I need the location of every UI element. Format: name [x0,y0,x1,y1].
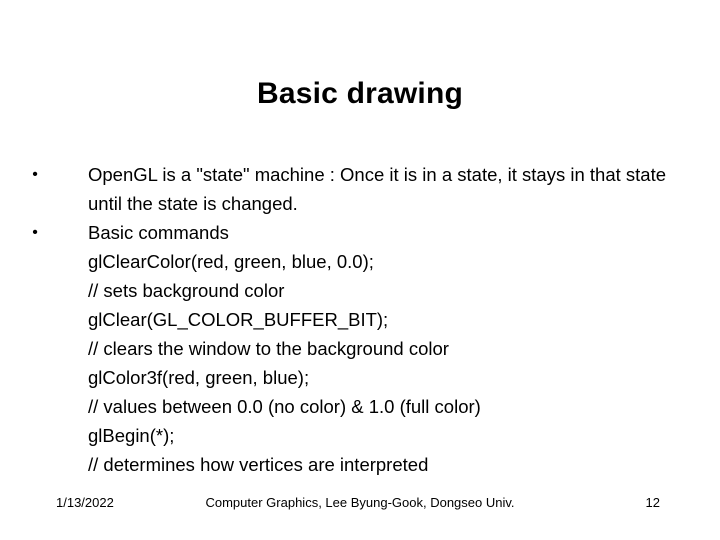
bullet-item: • Basic commands [28,218,668,247]
bullet-icon: • [32,224,38,241]
page-number: 12 [645,495,660,510]
bullet-icon: • [32,166,38,183]
footer-text: Computer Graphics, Lee Byung-Gook, Dongs… [205,495,515,510]
command-line: glClear(GL_COLOR_BUFFER_BIT); [88,309,389,330]
command-line: glColor3f(red, green, blue); [88,367,310,388]
comment-line: // sets background color [88,280,285,301]
comment-line: // clears the window to the background c… [88,338,449,359]
bullet-text: Basic commands [88,222,229,243]
slide: Basic drawing • OpenGL is a "state" mach… [0,0,720,540]
comment-line: // values between 0.0 (no color) & 1.0 (… [88,396,481,417]
bullet-item: • OpenGL is a "state" machine : Once it … [28,160,668,218]
bullet-text: OpenGL is a "state" machine : Once it is… [88,164,666,214]
command-line: glBegin(*); [88,425,175,446]
command-line: glClearColor(red, green, blue, 0.0); [88,251,374,272]
comment-line: // determines how vertices are interpret… [88,454,429,475]
slide-body: • OpenGL is a "state" machine : Once it … [28,160,668,479]
slide-title: Basic drawing [257,77,463,110]
